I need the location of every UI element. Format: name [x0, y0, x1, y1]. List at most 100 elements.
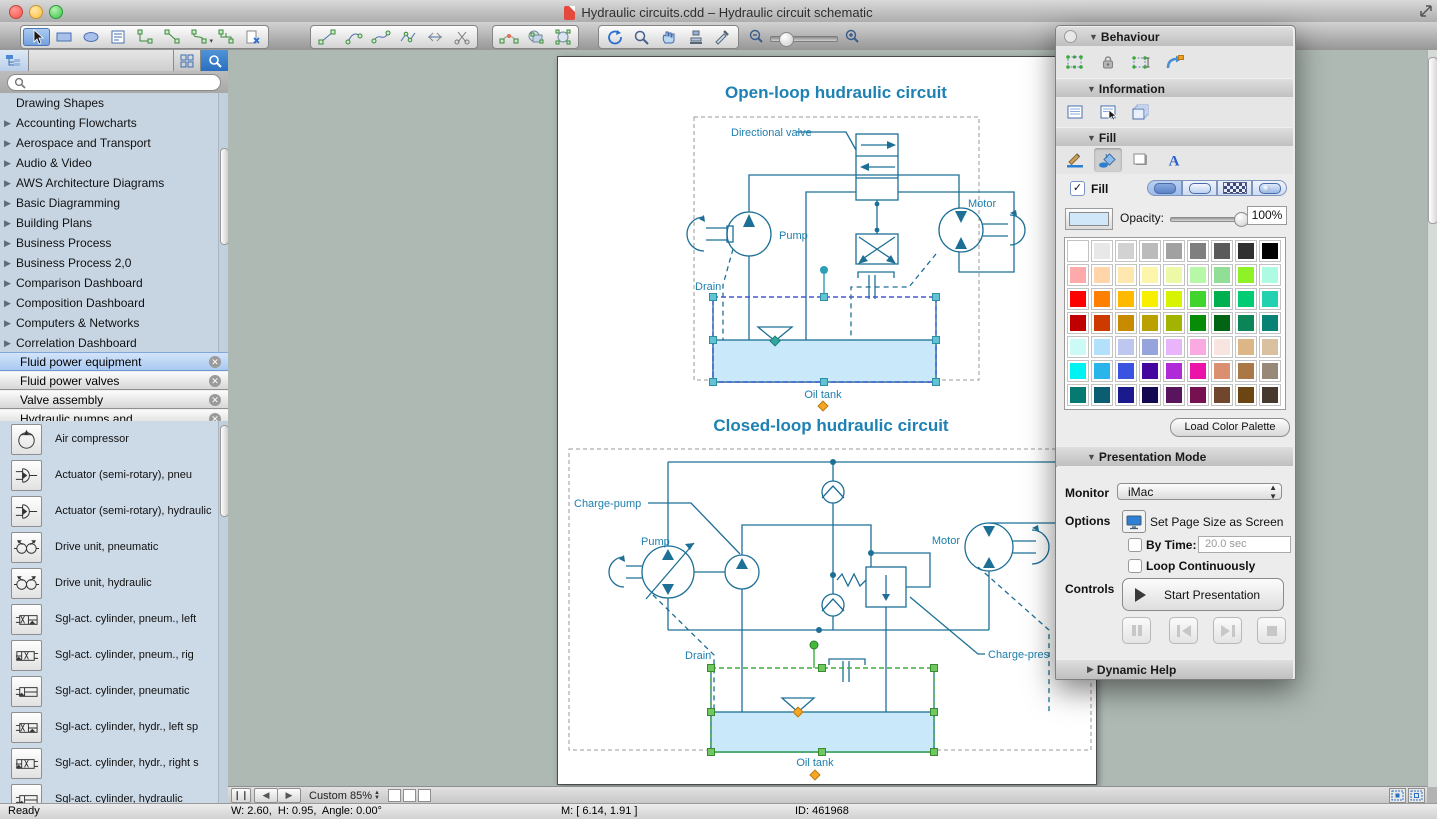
color-swatch[interactable] — [1092, 265, 1112, 285]
color-swatch[interactable] — [1140, 337, 1160, 357]
library-item[interactable]: ▶AWS Architecture Diagrams — [0, 173, 228, 193]
color-swatch[interactable] — [1140, 361, 1160, 381]
color-swatch[interactable] — [1236, 241, 1256, 261]
color-swatch[interactable] — [1188, 361, 1208, 381]
color-swatch[interactable] — [1068, 337, 1088, 357]
library-scrollbar[interactable] — [218, 93, 228, 352]
color-swatch[interactable] — [1236, 361, 1256, 381]
shape-item[interactable]: Sgl-act. cylinder, hydr., left sp — [0, 709, 228, 745]
library-item[interactable]: ▶Correlation Dashboard — [0, 333, 228, 352]
color-swatch[interactable] — [1164, 361, 1184, 381]
edit-group-tool[interactable] — [522, 28, 549, 46]
open-library-fluid-power-equipment[interactable]: Fluid power equipment✕ — [0, 352, 228, 371]
color-swatch[interactable] — [1116, 241, 1136, 261]
color-swatch[interactable] — [1260, 385, 1280, 405]
resize-grip-icon[interactable] — [1419, 4, 1433, 18]
color-swatch[interactable] — [1212, 289, 1232, 309]
color-swatch[interactable] — [1260, 313, 1280, 333]
shape-item[interactable]: Sgl-act. cylinder, hydraulic — [0, 781, 228, 803]
page-thumb[interactable] — [388, 789, 401, 802]
connector-smart-tool[interactable] — [158, 28, 185, 46]
zoom-slider-thumb[interactable] — [779, 32, 794, 47]
color-swatch[interactable] — [1092, 337, 1112, 357]
color-swatch[interactable] — [1140, 289, 1160, 309]
connector-tree-tool[interactable] — [212, 28, 239, 46]
color-swatch[interactable] — [1092, 313, 1112, 333]
previous-page-button[interactable]: ◀ — [254, 788, 278, 803]
shape-item[interactable]: Actuator (semi-rotary), hydraulic — [0, 493, 228, 529]
open-library-fluid-power-valves[interactable]: Fluid power valves✕ — [0, 371, 228, 390]
disclosure-triangle-icon[interactable]: ▶ — [4, 218, 14, 229]
shape-item[interactable]: Air compressor — [0, 421, 228, 457]
fit-page-icon[interactable] — [1389, 788, 1406, 803]
bezier-tool[interactable] — [367, 28, 394, 46]
color-swatch[interactable] — [1140, 385, 1160, 405]
color-swatch[interactable] — [1140, 313, 1160, 333]
color-swatch[interactable] — [1068, 265, 1088, 285]
shape-item[interactable]: Sgl-act. cylinder, pneum., rig — [0, 637, 228, 673]
color-swatch[interactable] — [1164, 337, 1184, 357]
pointer-tool[interactable] — [23, 28, 50, 46]
color-swatch[interactable] — [1236, 337, 1256, 357]
shadow-icon[interactable] — [1127, 148, 1155, 172]
color-swatch[interactable] — [1260, 337, 1280, 357]
next-page-button[interactable]: ▶ — [278, 788, 301, 803]
color-swatch[interactable] — [1188, 337, 1208, 357]
library-item[interactable]: ▶Comparison Dashboard — [0, 273, 228, 293]
opacity-value[interactable]: 100% — [1247, 206, 1287, 225]
disclosure-triangle-icon[interactable]: ▶ — [4, 278, 14, 289]
start-presentation-button[interactable]: Start Presentation — [1122, 578, 1284, 611]
lock-icon[interactable] — [1094, 50, 1122, 74]
ellipse-tool[interactable] — [77, 28, 104, 46]
text-tool[interactable] — [104, 28, 131, 46]
color-swatch[interactable] — [1212, 361, 1232, 381]
by-time-checkbox[interactable] — [1128, 538, 1142, 552]
color-swatch[interactable] — [1068, 241, 1088, 261]
color-swatch[interactable] — [1164, 265, 1184, 285]
color-swatch[interactable] — [1212, 241, 1232, 261]
color-swatch[interactable] — [1188, 241, 1208, 261]
fill-checkbox[interactable]: ✓ Fill — [1070, 181, 1108, 196]
load-color-palette-button[interactable]: Load Color Palette — [1170, 418, 1290, 437]
color-swatch[interactable] — [1092, 385, 1112, 405]
eyedropper-tool[interactable] — [709, 28, 736, 46]
tab-search[interactable] — [201, 50, 228, 71]
stamp-tool[interactable] — [682, 28, 709, 46]
disclosure-triangle-icon[interactable]: ▶ — [4, 198, 14, 209]
library-item[interactable]: ▶Computers & Networks — [0, 313, 228, 333]
behaviour-header[interactable]: ▼Behaviour — [1056, 26, 1293, 47]
library-item[interactable]: ▶Building Plans — [0, 213, 228, 233]
color-swatch[interactable] — [1116, 289, 1136, 309]
line-color-icon[interactable] — [1061, 148, 1089, 172]
zoom-stepper[interactable]: ▲▼ — [374, 791, 380, 801]
monitor-dropdown[interactable]: iMac▲▼ — [1117, 483, 1282, 500]
stop-button[interactable] — [1257, 617, 1286, 644]
information-header[interactable]: ▼Information — [1056, 78, 1293, 99]
color-swatch[interactable] — [1068, 385, 1088, 405]
page-thumb[interactable] — [403, 789, 416, 802]
color-swatch[interactable] — [1188, 385, 1208, 405]
zoom-tool[interactable] — [628, 28, 655, 46]
dynamic-help-header[interactable]: ▶Dynamic Help — [1056, 659, 1293, 679]
disclosure-triangle-icon[interactable]: ▶ — [4, 158, 14, 169]
open-library-valve-assembly[interactable]: Valve assembly✕ — [0, 390, 228, 409]
text-color-icon[interactable]: A — [1160, 148, 1188, 172]
close-library-icon[interactable]: ✕ — [209, 356, 221, 368]
color-swatch[interactable] — [1260, 289, 1280, 309]
zoom-level-value[interactable]: Custom 85% — [309, 790, 372, 802]
crop-tool[interactable] — [549, 28, 576, 46]
color-swatch[interactable] — [1092, 289, 1112, 309]
color-swatch[interactable] — [1164, 289, 1184, 309]
close-library-icon[interactable]: ✕ — [209, 375, 221, 387]
color-swatch[interactable] — [1212, 313, 1232, 333]
color-swatch[interactable] — [1188, 313, 1208, 333]
polyline-tool[interactable] — [394, 28, 421, 46]
shape-item[interactable]: Sgl-act. cylinder, pneum., left — [0, 601, 228, 637]
shape-item[interactable]: Actuator (semi-rotary), pneu — [0, 457, 228, 493]
previous-button[interactable] — [1169, 617, 1198, 644]
fill-type-texture[interactable] — [1252, 180, 1287, 196]
tab-grid-view[interactable] — [174, 50, 201, 71]
color-swatch[interactable] — [1236, 289, 1256, 309]
disclosure-triangle-icon[interactable]: ▶ — [4, 138, 14, 149]
shape-item[interactable]: Drive unit, pneumatic — [0, 529, 228, 565]
